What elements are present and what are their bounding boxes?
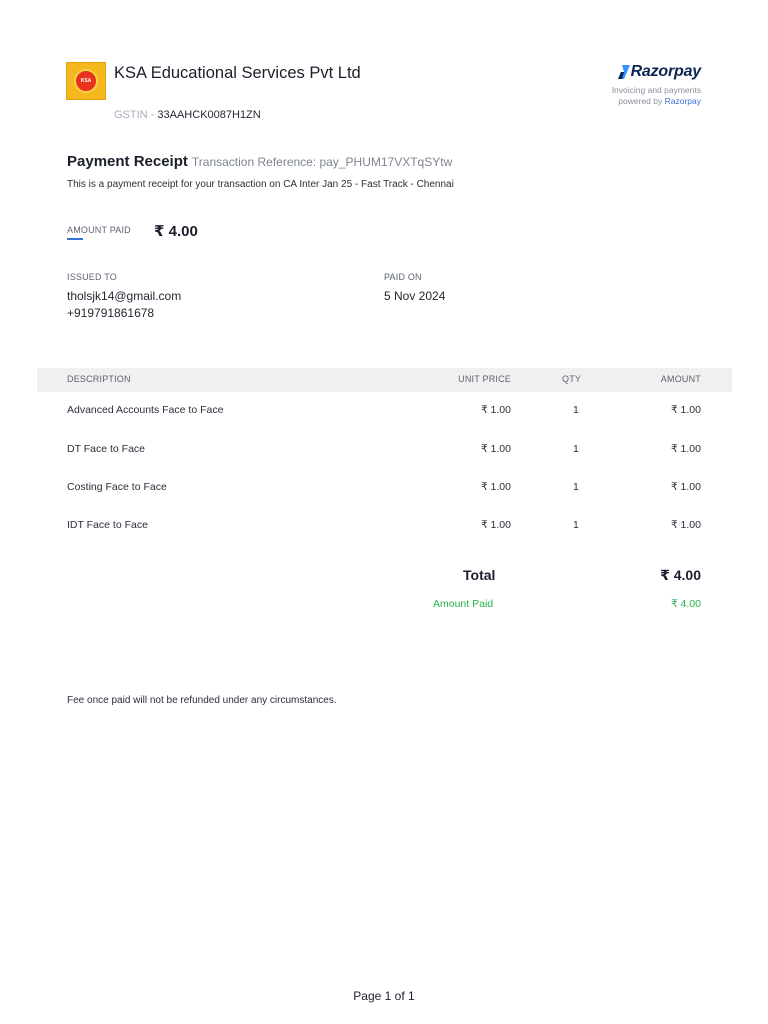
merchant-logo: KSA [66,62,106,100]
amount-paid-value: ₹ 4.00 [154,223,198,240]
items-table-header [37,368,732,392]
table-row: IDT Face to Face ₹ 1.00 1 ₹ 1.00 [0,519,768,537]
paid-on-label: PAID ON [384,272,422,282]
amount-paid-summary-label: Amount Paid [433,598,494,610]
merchant-logo-seal: KSA [74,69,98,93]
razorpay-wordmark: Razorpay [630,63,702,80]
issued-to-email: tholsjk14@gmail.com [67,289,182,303]
table-row: Costing Face to Face ₹ 1.00 1 ₹ 1.00 [0,481,768,499]
paid-on-date: 5 Nov 2024 [384,289,446,303]
refund-policy-note: Fee once paid will not be refunded under… [67,695,337,706]
row-description: Advanced Accounts Face to Face [67,404,224,416]
row-amount: ₹ 1.00 [670,404,701,416]
row-qty: 1 [573,481,579,493]
total-label: Total [463,567,496,583]
row-amount: ₹ 1.00 [670,519,701,531]
issued-to-label: ISSUED TO [67,272,117,282]
razorpay-mark-icon [617,65,630,79]
total-value: ₹ 4.00 [660,567,701,583]
row-qty: 1 [573,519,579,531]
issued-to-phone: +919791861678 [67,306,155,320]
gstin-value: 33AAHCK0087H1ZN [157,109,261,121]
amount-paid-summary-value: ₹ 4.00 [670,598,701,610]
column-header-description: DESCRIPTION [67,374,131,384]
row-unit-price: ₹ 1.00 [480,519,511,531]
row-unit-price: ₹ 1.00 [480,481,511,493]
row-amount: ₹ 1.00 [670,443,701,455]
page-number: Page 1 of 1 [353,989,415,1003]
column-header-unit-price: UNIT PRICE [458,374,511,384]
table-row: Advanced Accounts Face to Face ₹ 1.00 1 … [0,404,768,422]
amount-paid-underline [67,238,83,240]
tagline-powered-by: powered by [618,96,665,106]
merchant-gstin: GSTIN - 33AAHCK0087H1ZN [114,109,261,121]
row-unit-price: ₹ 1.00 [480,443,511,455]
amount-paid-label: AMOUNT PAID [67,225,131,235]
row-amount: ₹ 1.00 [670,481,701,493]
razorpay-tagline-line-1: Invoicing and payments [611,85,701,95]
receipt-description: This is a payment receipt for your trans… [67,179,454,190]
receipt-title: Payment Receipt [67,153,188,170]
razorpay-logo: Razorpay [617,63,702,81]
column-header-amount: AMOUNT [660,374,701,384]
razorpay-tagline: Invoicing and payments powered by Razorp… [612,85,701,107]
row-qty: 1 [573,443,579,455]
merchant-name: KSA Educational Services Pvt Ltd [114,64,361,82]
row-description: DT Face to Face [67,443,146,455]
gstin-label: GSTIN - [114,109,158,121]
row-qty: 1 [573,404,579,416]
row-description: Costing Face to Face [67,481,167,493]
transaction-reference: Transaction Reference: pay_PHUM17VXTqSYt… [191,155,453,169]
row-description: IDT Face to Face [67,519,148,531]
receipt-header: Payment Receipt Transaction Reference: pa… [67,153,452,171]
razorpay-tagline-line-2: powered by Razorpay [612,96,701,107]
table-row: DT Face to Face ₹ 1.00 1 ₹ 1.00 [0,443,768,461]
row-unit-price: ₹ 1.00 [480,404,511,416]
razorpay-link[interactable]: Razorpay [665,96,701,106]
column-header-qty: QTY [562,374,582,384]
